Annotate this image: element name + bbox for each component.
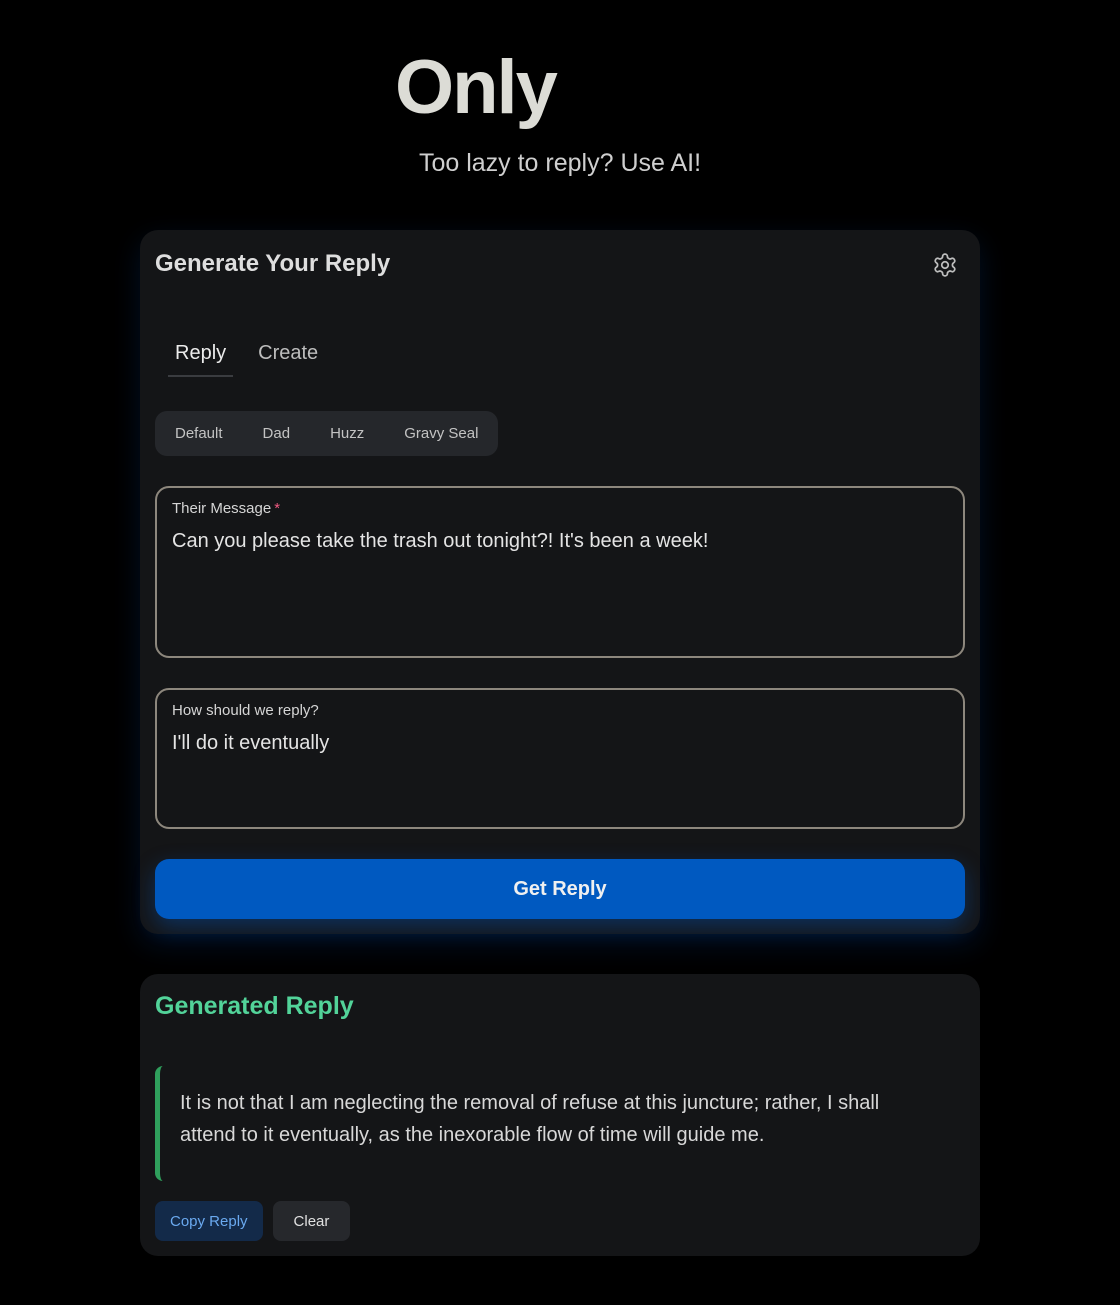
their-message-input[interactable]: Can you please take the trash out tonigh… <box>172 530 708 553</box>
generate-reply-title: Generate Your Reply <box>155 250 391 277</box>
reply-instruction-field[interactable]: How should we reply? I'll do it eventual… <box>155 688 965 829</box>
persona-default[interactable]: Default <box>175 425 223 442</box>
persona-gravy-seal[interactable]: Gravy Seal <box>404 425 478 442</box>
generated-reply-title: Generated Reply <box>155 992 354 1020</box>
persona-huzz[interactable]: Huzz <box>330 425 364 442</box>
tab-create[interactable]: Create <box>251 338 325 377</box>
reply-instruction-label: How should we reply? <box>172 702 319 719</box>
clear-button[interactable]: Clear <box>272 1201 351 1241</box>
gear-icon[interactable] <box>932 252 958 278</box>
persona-dad[interactable]: Dad <box>263 425 291 442</box>
their-message-label: Their Message * <box>172 500 280 517</box>
their-message-field[interactable]: Their Message * Can you please take the t… <box>155 486 965 658</box>
generated-reply-card: Generated Reply It is not that I am negl… <box>140 974 980 1256</box>
app-tagline: Too lazy to reply? Use AI! <box>418 149 702 177</box>
their-message-label-text: Their Message <box>172 500 272 517</box>
generate-reply-card: Generate Your Reply Reply Create Default… <box>140 230 980 934</box>
reply-instruction-input[interactable]: I'll do it eventually <box>172 732 329 755</box>
generated-reply-text: It is not that I am neglecting the remov… <box>155 1066 960 1181</box>
copy-reply-button[interactable]: Copy Reply <box>155 1201 263 1241</box>
tab-reply[interactable]: Reply <box>168 338 234 377</box>
required-marker: * <box>274 500 281 517</box>
result-actions: Copy Reply Clear <box>155 1201 351 1241</box>
app-title: Only <box>395 45 558 130</box>
get-reply-button[interactable]: Get Reply <box>155 859 965 919</box>
persona-selector: Default Dad Huzz Gravy Seal <box>155 411 499 456</box>
mode-tabs: Reply Create <box>168 338 325 377</box>
page: Only Too lazy to reply? Use AI! Generate… <box>0 0 1120 1305</box>
